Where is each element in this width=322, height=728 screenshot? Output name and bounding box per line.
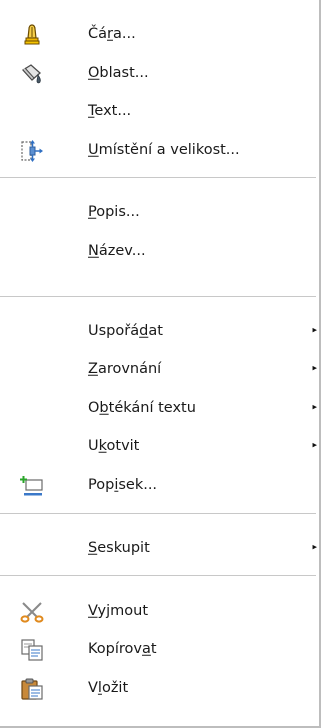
menu-item-name[interactable]: Název... <box>0 233 319 269</box>
menu-item-group[interactable]: Seskupit ▸ <box>0 530 319 566</box>
menu-item-label: Obtékání textu <box>88 399 196 416</box>
menu-item-position-size[interactable]: Umístění a velikost... <box>0 132 319 168</box>
menu-item-arrange[interactable]: Uspořádat ▸ <box>0 313 319 349</box>
menu-item-paste[interactable]: Vložit <box>0 670 319 706</box>
menu-item-label: Název... <box>88 242 146 259</box>
position-size-icon <box>20 139 44 163</box>
menu-separator <box>0 575 316 576</box>
menu-item-cut[interactable]: Vyjmout <box>0 593 319 629</box>
menu-item-label: Kopírovat <box>88 640 157 657</box>
submenu-arrow-icon: ▸ <box>312 363 317 374</box>
menu-item-description[interactable]: Popis... <box>0 194 319 230</box>
scissors-icon <box>20 600 44 624</box>
menu-item-label: Popisek... <box>88 476 158 493</box>
menu-item-label: Zarovnání <box>88 360 162 377</box>
menu-item-label: Seskupit <box>88 539 150 556</box>
menu-item-area[interactable]: Oblast... <box>0 55 319 91</box>
menu-item-align[interactable]: Zarovnání ▸ <box>0 351 319 387</box>
submenu-arrow-icon: ▸ <box>312 325 317 336</box>
menu-item-caption[interactable]: Popisek... <box>0 467 319 503</box>
submenu-arrow-icon: ▸ <box>312 542 317 553</box>
menu-item-label: Vložit <box>88 679 129 696</box>
menu-item-label: Popis... <box>88 203 140 220</box>
insert-caption-icon <box>20 474 44 498</box>
area-fill-icon <box>20 62 44 86</box>
menu-item-label: Vyjmout <box>88 602 149 619</box>
menu-item-anchor[interactable]: Ukotvit ▸ <box>0 428 319 464</box>
menu-item-label: Čára... <box>88 25 136 42</box>
menu-item-text-wrap[interactable]: Obtékání textu ▸ <box>0 390 319 426</box>
menu-separator <box>0 177 316 178</box>
copy-icon <box>20 638 44 662</box>
menu-separator <box>0 513 316 514</box>
menu-item-copy[interactable]: Kopírovat <box>0 631 319 667</box>
line-icon <box>20 23 44 47</box>
context-menu: Čára... Oblast... Text... Umístění a vel… <box>0 0 321 728</box>
menu-separator <box>0 296 316 297</box>
menu-item-label: Oblast... <box>88 64 149 81</box>
submenu-arrow-icon: ▸ <box>312 440 317 451</box>
submenu-arrow-icon: ▸ <box>312 402 317 413</box>
menu-item-label: Umístění a velikost... <box>88 141 240 158</box>
menu-item-label: Text... <box>88 102 132 119</box>
menu-item-line[interactable]: Čára... <box>0 16 319 52</box>
menu-item-label: Ukotvit <box>88 437 140 454</box>
paste-icon <box>20 677 44 701</box>
menu-item-text[interactable]: Text... <box>0 93 319 129</box>
menu-item-label: Uspořádat <box>88 322 163 339</box>
